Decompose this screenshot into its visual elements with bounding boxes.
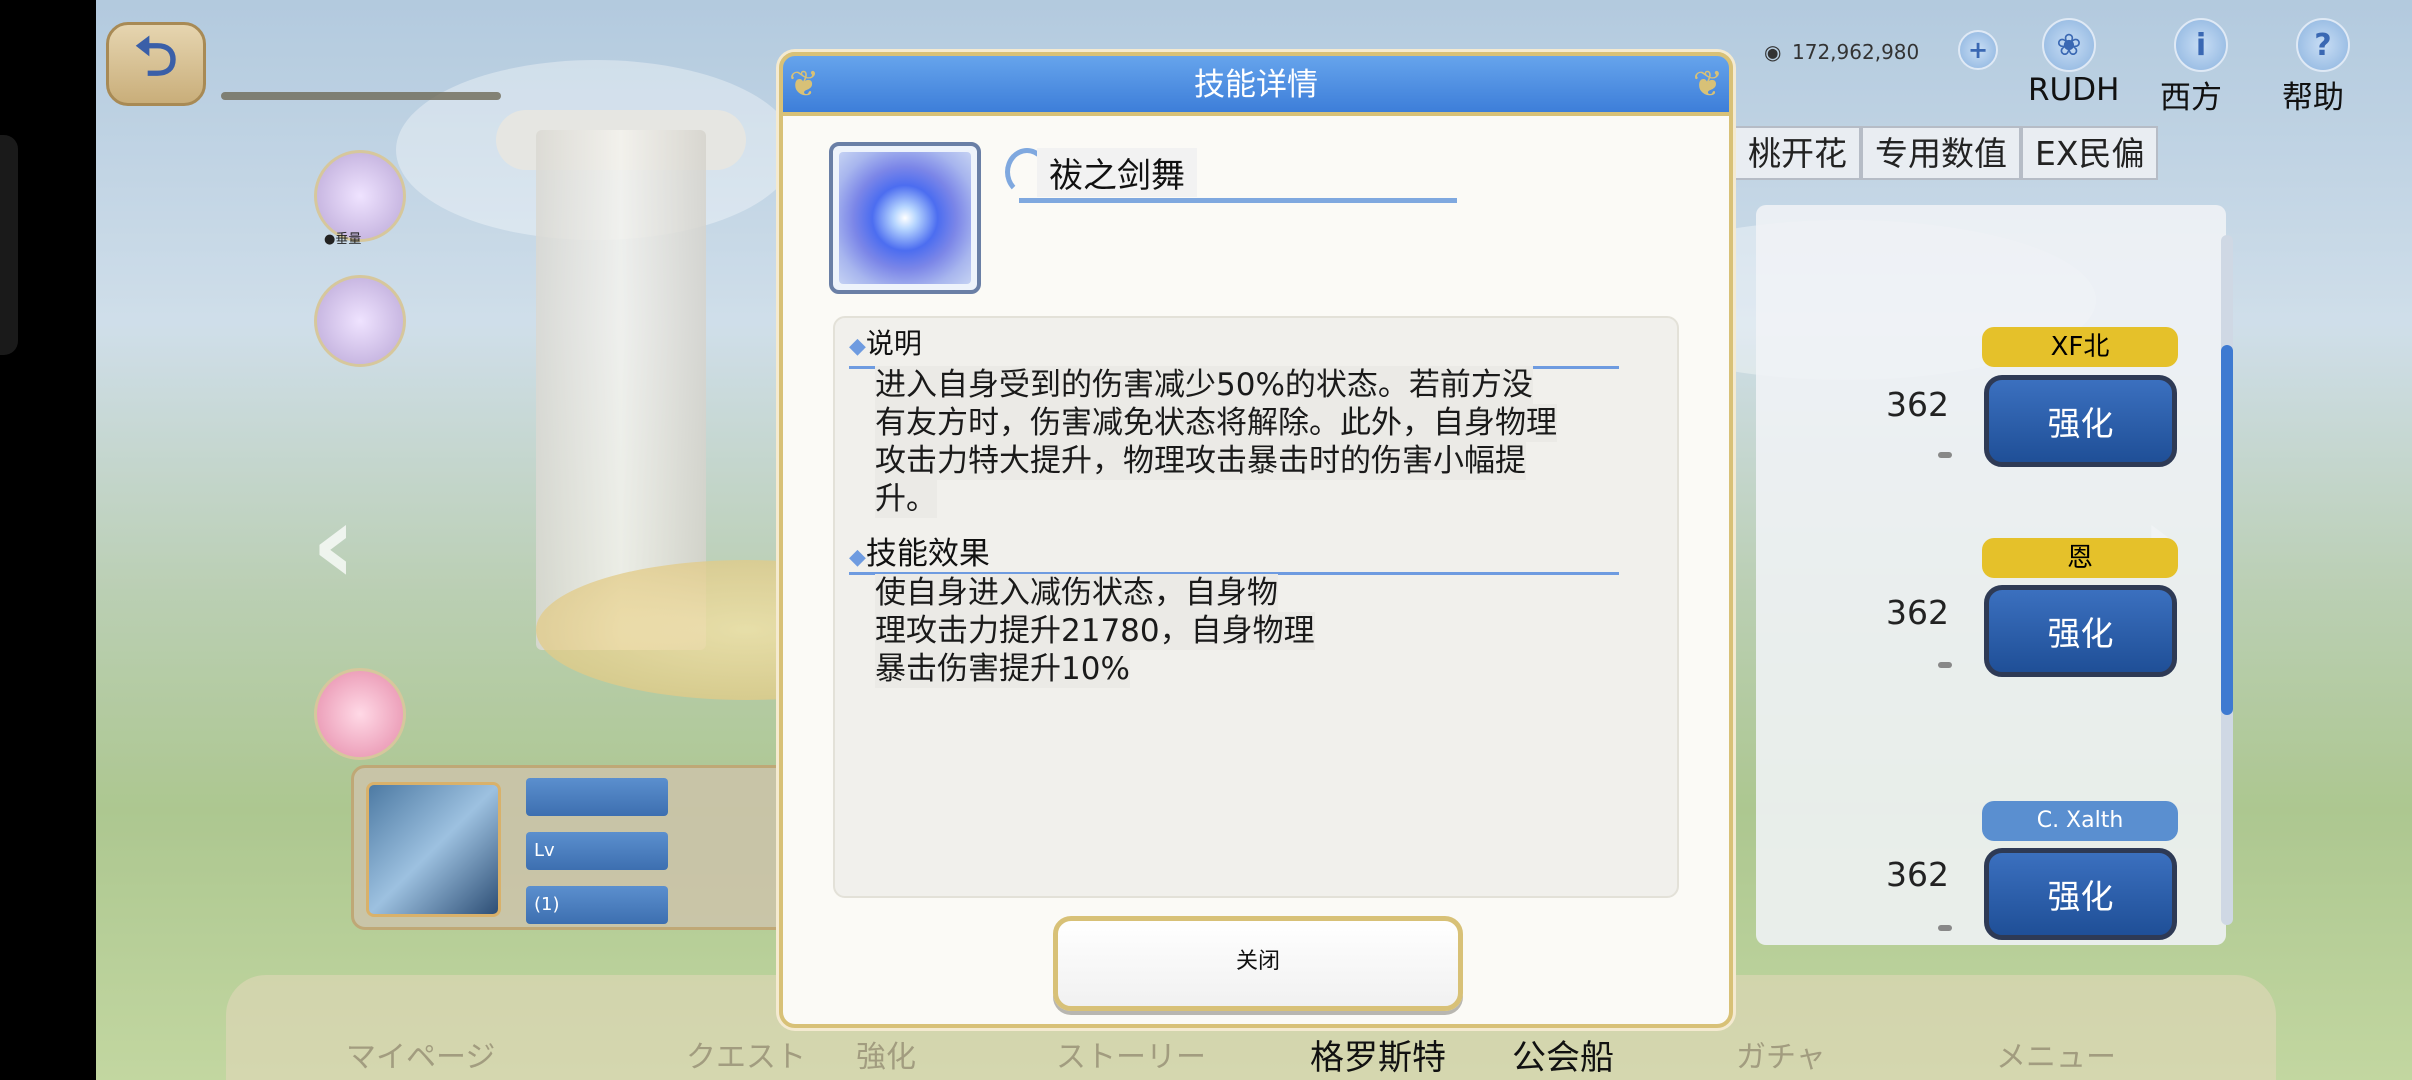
nav-mypage[interactable]: マイページ [346, 1032, 495, 1076]
close-button-label: 关闭 [1235, 949, 1280, 974]
top-button-label-1[interactable]: RUDH [2028, 72, 2119, 108]
effect-line: 理攻击力提升21780，自身物理 [875, 612, 1315, 650]
description-line: 升。 [875, 480, 937, 518]
enhance-button-3[interactable]: 强化 [1984, 848, 2177, 940]
description-line: 攻击力特大提升，物理攻击暴击时的伤害小幅提 [875, 442, 1526, 480]
currency-amount: 172,962,980 [1792, 40, 1920, 64]
row-dash-2 [1938, 662, 1952, 668]
description-line: 有友方时，伤害减免状态将解除。此外，自身物理 [875, 404, 1557, 442]
row-dash-3 [1938, 925, 1952, 931]
effect-line: 使自身进入减伤状态，自身物 [875, 574, 1278, 612]
row-value-1: 362 [1886, 385, 1949, 424]
title-underline [221, 92, 501, 100]
add-currency-icon[interactable]: + [1958, 30, 1998, 70]
description-line: 进入自身受到的伤害减少50%的状态。若前方没 [875, 366, 1533, 404]
tab-3[interactable]: EX民偏 [2021, 126, 2159, 180]
dialog-title: 技能详情 [1194, 67, 1318, 103]
back-button[interactable]: ⮌ [106, 22, 206, 106]
prev-arrow-icon[interactable]: ‹ [311, 480, 356, 608]
description-box: ◆说明 进入自身受到的伤害减少50%的状态。若前方没 有友方时，伤害减免状态将解… [833, 316, 1679, 898]
info-icon[interactable]: i [2174, 18, 2228, 72]
skill-name: 祓之剑舞 [1037, 148, 1197, 197]
dialog-header: ❦ 技能详情 ❦ [779, 52, 1733, 116]
nav-quest[interactable]: クエスト [686, 1032, 806, 1076]
top-button-label-3[interactable]: 帮助 [2282, 72, 2344, 117]
section-title-effect: ◆技能效果 [849, 536, 990, 572]
nav-gacha[interactable]: ガチャ [1736, 1032, 1826, 1076]
scrollbar-thumb[interactable] [2221, 345, 2233, 715]
help-icon[interactable]: ? [2296, 18, 2350, 72]
dog-icon[interactable]: ❀ [2042, 18, 2096, 72]
row-dash-1 [1938, 452, 1952, 458]
diamond-icon: ◆ [849, 334, 866, 359]
tab-1[interactable]: 桃开花 [1734, 126, 1861, 180]
tab-2[interactable]: 专用数值 [1861, 126, 2021, 180]
level-bar: Lv [526, 832, 668, 870]
switch-button[interactable] [314, 275, 406, 367]
name-bar [526, 778, 668, 816]
skill-name-underline [1019, 198, 1457, 203]
section-title-description: ◆说明 [849, 327, 922, 360]
back-arrow-icon: ⮌ [134, 25, 178, 88]
enhance-button-2[interactable]: 强化 [1984, 585, 2177, 677]
tabs: 桃开花 专用数值 EX民偏 [1734, 126, 2159, 180]
character-portrait[interactable] [366, 782, 501, 917]
skill-detail-dialog: ❦ 技能详情 ❦ 祓之剑舞 ◆说明 进入自身受到的伤害减少50%的状态。若前方没… [779, 52, 1733, 1028]
top-button-label-2[interactable]: 西方 [2160, 72, 2222, 117]
affection-button[interactable] [314, 668, 406, 760]
row-tag-3: C. Xalth [1982, 801, 2178, 841]
close-button[interactable]: 关闭 [1053, 916, 1463, 1011]
vortex-icon [839, 152, 971, 284]
row-tag-2: 恩 [1982, 538, 2178, 578]
diamond-icon: ◆ [849, 545, 866, 570]
row-value-3: 362 [1886, 855, 1949, 894]
skill-icon [829, 142, 981, 294]
row-value-2: 362 [1886, 593, 1949, 632]
corner-ornament-icon: ❦ [1692, 64, 1723, 105]
row-tag-1: XF北 [1982, 327, 2178, 367]
nav-menu[interactable]: メニュー [1996, 1032, 2116, 1076]
bottom-label-2: 公会船 [1512, 1038, 1614, 1078]
slot-bar: (1) [526, 886, 668, 924]
camera-notch [0, 135, 18, 355]
enhance-button-1[interactable]: 强化 [1984, 375, 2177, 467]
bottom-label-1: 格罗斯特 [1310, 1038, 1446, 1078]
side-label-1: ●垂量 [324, 232, 362, 247]
nav-story[interactable]: ストーリー [1056, 1032, 1206, 1076]
nav-enhance[interactable]: 強化 [856, 1032, 916, 1076]
currency-icon: ◉ [1764, 40, 1782, 64]
effect-line: 暴击伤害提升10% [875, 650, 1130, 688]
skill-name-bar: 祓之剑舞 [1005, 144, 1667, 204]
